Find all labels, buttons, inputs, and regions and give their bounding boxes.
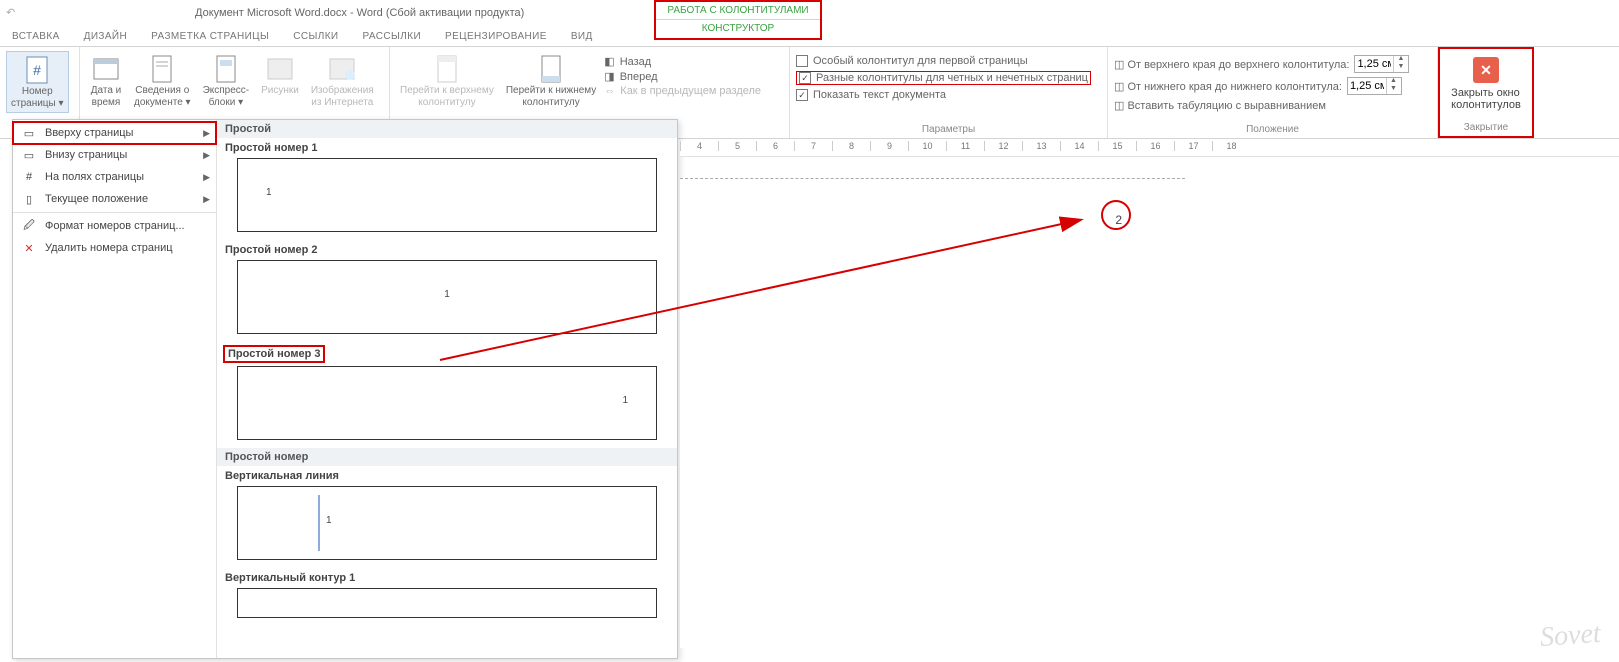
- footer-from-bottom-spinner[interactable]: ▲▼: [1347, 77, 1402, 95]
- menu-top-of-page[interactable]: ▭ Вверху страницы▶: [13, 122, 216, 144]
- page-number-dropdown: ▭ Вверху страницы▶ ▭ Внизу страницы▶ # Н…: [12, 119, 678, 659]
- page-number-button[interactable]: # Номерстраницы ▾: [6, 51, 69, 113]
- group-label-options: Параметры: [790, 122, 1107, 138]
- different-first-page-checkbox[interactable]: Особый колонтитул для первой страницы: [796, 55, 1091, 67]
- undo-icon[interactable]: ↶: [6, 6, 20, 20]
- gallery-item-vertical-line[interactable]: Вертикальная линия: [217, 466, 677, 484]
- date-time-button[interactable]: Дата ивремя: [86, 51, 126, 111]
- page-top-icon: ▭: [21, 125, 37, 141]
- menu-bottom-of-page[interactable]: ▭ Внизу страницы▶: [13, 144, 216, 166]
- gallery-heading-simple: Простой: [217, 120, 677, 138]
- gallery-preview-2[interactable]: 1: [237, 260, 657, 334]
- gallery-heading-simple-number: Простой номер: [217, 448, 677, 466]
- calendar-icon: [90, 53, 122, 85]
- link-previous-button[interactable]: ⇔Как в предыдущем разделе: [604, 85, 761, 97]
- goto-footer-icon: [535, 53, 567, 85]
- picture-icon: [264, 53, 296, 85]
- contextual-tab-design[interactable]: КОНСТРУКТОР: [656, 19, 820, 38]
- online-picture-icon: [326, 53, 358, 85]
- contextual-tab-title: РАБОТА С КОЛОНТИТУЛАМИ: [656, 2, 820, 19]
- close-icon: ✕: [1473, 57, 1499, 83]
- tab-review[interactable]: РЕЦЕНЗИРОВАНИЕ: [433, 28, 559, 46]
- dropdown-menu: ▭ Вверху страницы▶ ▭ Внизу страницы▶ # Н…: [13, 120, 217, 658]
- tab-mailings[interactable]: РАССЫЛКИ: [351, 28, 434, 46]
- page-number-icon: #: [21, 54, 53, 86]
- annotation-circle: [1101, 200, 1131, 230]
- close-header-footer-button[interactable]: ✕ Закрыть окноколонтитулов: [1437, 53, 1535, 115]
- gallery-item-plain-3[interactable]: Простой номер 3: [223, 345, 325, 363]
- watermark: Sovet: [1539, 618, 1602, 654]
- remove-icon: ✕: [21, 240, 37, 256]
- menu-page-margins[interactable]: # На полях страницы▶: [13, 166, 216, 188]
- tab-insert[interactable]: ВСТАВКА: [0, 28, 72, 46]
- link-icon: ⇔: [604, 85, 615, 97]
- show-document-text-checkbox[interactable]: ✓Показать текст документа: [796, 89, 1091, 101]
- header-from-top: ◫ От верхнего края до верхнего колонтиту…: [1114, 55, 1409, 73]
- tab-page-layout[interactable]: РАЗМЕТКА СТРАНИЦЫ: [139, 28, 281, 46]
- svg-text:#: #: [33, 62, 41, 78]
- menu-current-position[interactable]: ▯ Текущее положение▶: [13, 188, 216, 210]
- ribbon-tabs: ВСТАВКА ДИЗАЙН РАЗМЕТКА СТРАНИЦЫ ССЫЛКИ …: [0, 25, 1619, 47]
- group-label-position: Положение: [1108, 122, 1437, 138]
- quick-parts-icon: [210, 53, 242, 85]
- prev-icon: ◧: [604, 55, 614, 68]
- current-pos-icon: ▯: [21, 191, 37, 207]
- gallery-item-plain-2[interactable]: Простой номер 2: [217, 240, 677, 258]
- online-pictures-button[interactable]: Изображенияиз Интернета: [307, 51, 378, 111]
- header-from-top-spinner[interactable]: ▲▼: [1354, 55, 1409, 73]
- contextual-tab-header-footer: РАБОТА С КОЛОНТИТУЛАМИ КОНСТРУКТОР: [654, 0, 822, 40]
- next-icon: ◨: [604, 70, 614, 83]
- gallery-preview-1[interactable]: 1: [237, 158, 657, 232]
- page-bottom-icon: ▭: [21, 147, 37, 163]
- tab-view[interactable]: ВИД: [559, 28, 605, 46]
- quick-access-toolbar: ↶: [0, 0, 20, 25]
- pictures-button[interactable]: Рисунки: [257, 51, 303, 99]
- document-page[interactable]: 2: [680, 178, 1185, 648]
- gallery-preview-3[interactable]: 1: [237, 366, 657, 440]
- gallery-preview-4[interactable]: 1: [237, 486, 657, 560]
- goto-header-icon: [431, 53, 463, 85]
- previous-section-button[interactable]: ◧Назад: [604, 55, 761, 68]
- goto-footer-button[interactable]: Перейти к нижнемуколонтитулу: [502, 51, 600, 111]
- page-margin-icon: #: [21, 169, 37, 185]
- format-icon: 🖉: [21, 218, 37, 234]
- horizontal-ruler[interactable]: 456789101112131415161718: [680, 141, 1619, 157]
- title-text: Документ Microsoft Word.docx - Word (Сбо…: [195, 7, 524, 19]
- tab-references[interactable]: ССЫЛКИ: [281, 28, 350, 46]
- insert-alignment-tab[interactable]: ◫ Вставить табуляцию с выравниванием: [1114, 99, 1409, 112]
- quick-parts-button[interactable]: Экспресс-блоки ▾: [199, 51, 254, 111]
- gallery-item-plain-1[interactable]: Простой номер 1: [217, 138, 677, 156]
- group-label-close: Закрытие: [1440, 120, 1532, 136]
- document-info-button[interactable]: Сведения одокументе ▾: [130, 51, 195, 111]
- different-odd-even-checkbox[interactable]: ✓Разные колонтитулы для четных и нечетны…: [796, 71, 1091, 85]
- tab-design[interactable]: ДИЗАЙН: [72, 28, 139, 46]
- gallery-item-vertical-outline-1[interactable]: Вертикальный контур 1: [217, 568, 677, 586]
- menu-format-page-numbers[interactable]: 🖉 Формат номеров страниц...: [13, 215, 216, 237]
- next-section-button[interactable]: ◨Вперед: [604, 70, 761, 83]
- footer-from-bottom: ◫ От нижнего края до нижнего колонтитула…: [1114, 77, 1409, 95]
- doc-info-icon: [146, 53, 178, 85]
- gallery-preview-5[interactable]: [237, 588, 657, 618]
- gallery[interactable]: Простой Простой номер 1 1 Простой номер …: [217, 120, 677, 658]
- goto-header-button[interactable]: Перейти к верхнемуколонтитулу: [396, 51, 498, 111]
- menu-remove-page-numbers[interactable]: ✕ Удалить номера страниц: [13, 237, 216, 259]
